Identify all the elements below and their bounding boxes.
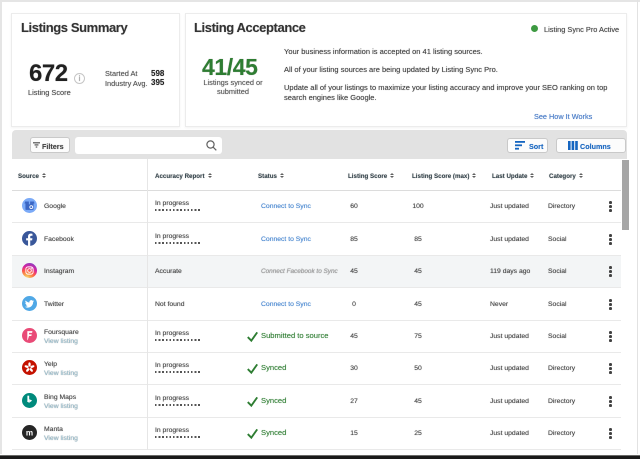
svg-text:m: m (26, 428, 33, 437)
